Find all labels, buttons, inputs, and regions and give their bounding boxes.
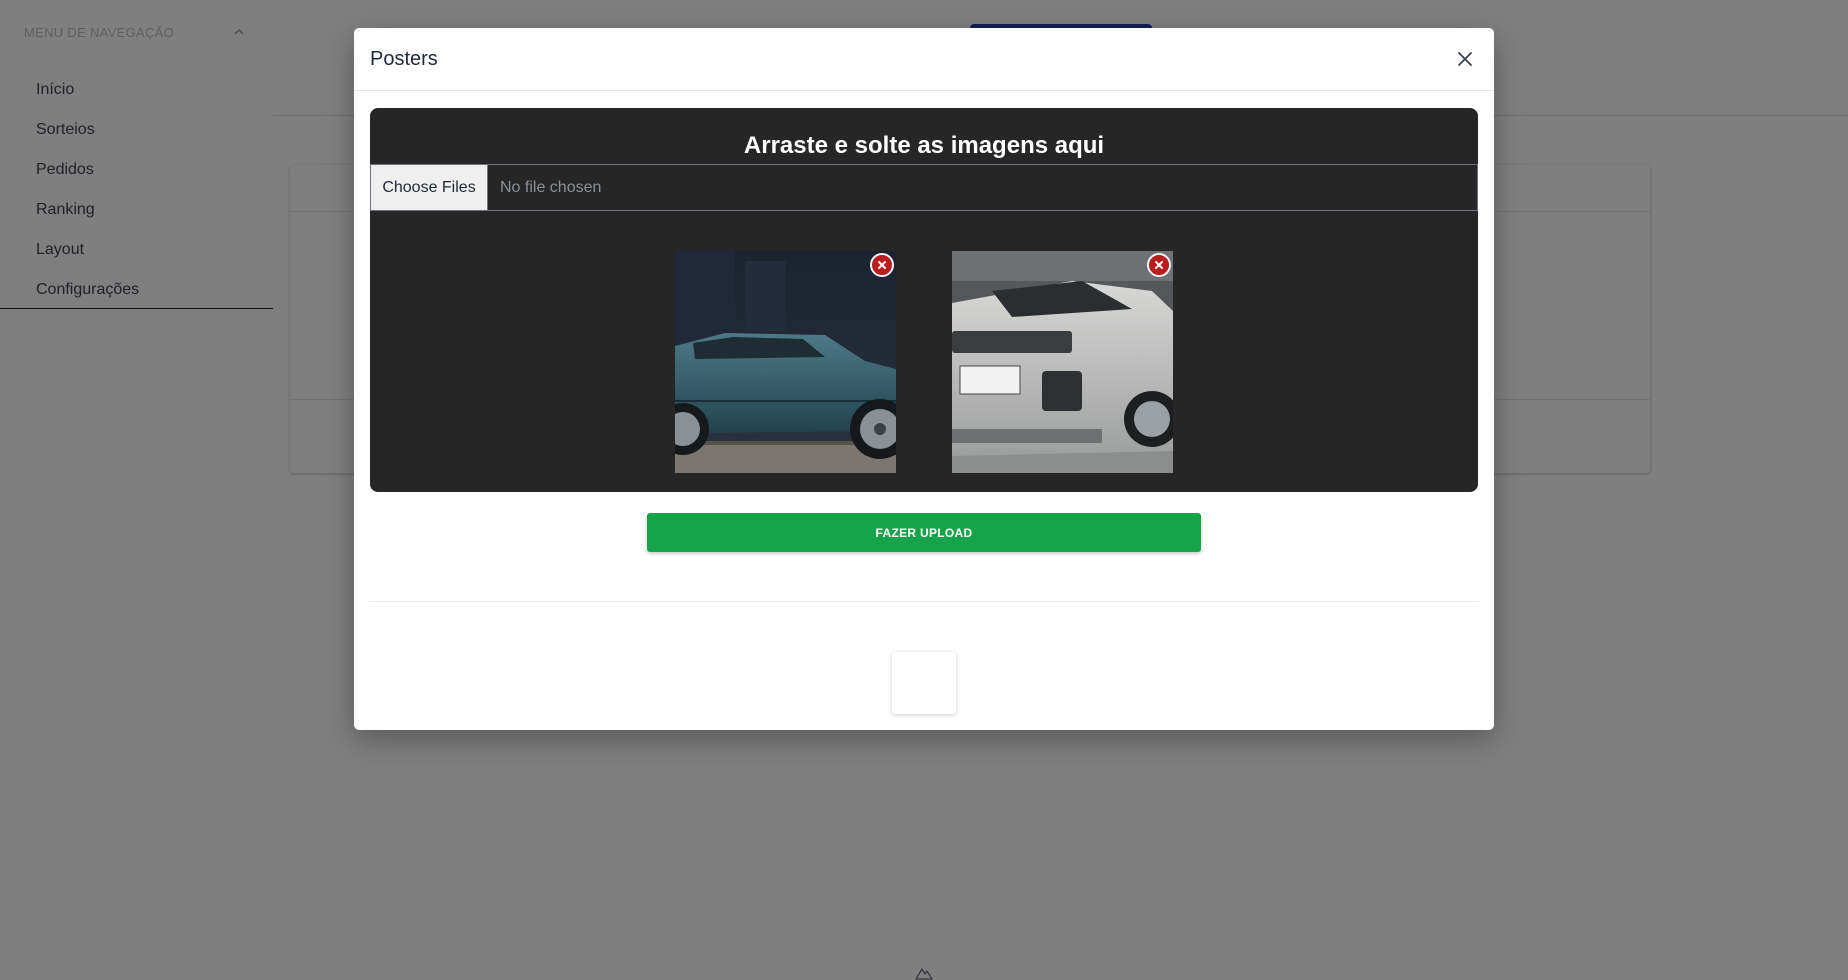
modal-header: Posters [354,28,1494,91]
modal-divider [370,601,1478,602]
posters-modal: Posters Arraste e solte as imagens aqui … [354,28,1494,730]
dropzone-title: Arraste e solte as imagens aqui [743,132,1105,159]
image-thumbnail [675,251,896,473]
file-input[interactable]: Choose Files No file chosen [370,164,1478,211]
modal-title: Posters [370,47,438,70]
image-thumbnail [952,251,1173,473]
image-dropzone[interactable]: Arraste e solte as imagens aqui Choose F… [370,108,1478,492]
file-status: No file chosen [500,178,602,196]
choose-files-button[interactable]: Choose Files [371,165,488,210]
blue-suv-image [675,251,896,473]
posters-placeholder-card [892,652,956,714]
upload-button[interactable]: FAZER UPLOAD [647,513,1201,552]
close-icon[interactable] [1452,46,1478,72]
remove-x-icon[interactable] [1147,253,1171,277]
remove-x-icon[interactable] [870,253,894,277]
silver-suv-image [952,251,1173,473]
